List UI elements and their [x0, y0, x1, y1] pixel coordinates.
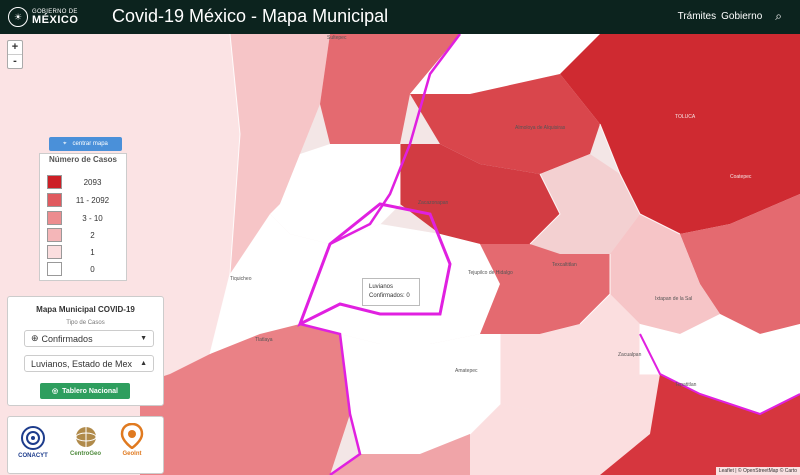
- gobierno-logo[interactable]: ☀ GOBIERNO DE MÉXICO: [8, 4, 88, 30]
- eagle-emblem-icon: ☀: [8, 7, 28, 27]
- globe-icon: [75, 427, 96, 447]
- caret-up-icon: ▲: [140, 360, 147, 367]
- tablero-nacional-button[interactable]: ◎ Tablero Nacional: [40, 383, 130, 399]
- legend-swatch: [47, 211, 62, 225]
- legend-label: 3 - 10: [82, 213, 103, 223]
- legend-item: 11 - 2092: [47, 193, 123, 207]
- place-label: Coatepec: [730, 174, 752, 180]
- municipality-popup: Luvianos Confirmados: 0: [362, 278, 420, 306]
- legend-swatch: [47, 245, 62, 259]
- municipality-select[interactable]: Luvianos, Estado de Mex ▲: [24, 355, 154, 372]
- legend-item: 1: [47, 245, 123, 259]
- popup-name: Luvianos: [369, 284, 394, 290]
- crosshair-icon: ⌖: [63, 140, 67, 147]
- legend-swatch: [47, 228, 62, 242]
- legend-label: 0: [90, 264, 95, 274]
- place-label: Sultepec: [327, 35, 347, 41]
- place-label: Tlatlaya: [255, 337, 273, 343]
- place-label: Tepatitlan: [675, 382, 697, 388]
- legend-item: 2093: [47, 175, 123, 189]
- place-label: Amatepec: [455, 368, 478, 374]
- place-label: TOLUCA: [675, 114, 696, 120]
- place-label: Tejupilco de Hidalgo: [468, 270, 513, 276]
- legend-item: 3 - 10: [47, 211, 123, 225]
- map-attribution[interactable]: Leaflet | © OpenStreetMap © Carto: [715, 467, 800, 475]
- legend-swatch: [47, 262, 62, 276]
- place-label: Ixtapan de la Sal: [655, 296, 693, 302]
- map-legend: Número de Casos 2093 11 - 2092 3 - 10 2 …: [39, 153, 127, 281]
- case-type-value: Confirmados: [41, 333, 93, 344]
- panel-subtitle: Tipo de Casos: [66, 320, 105, 326]
- location-pin-icon: [120, 423, 144, 449]
- municipality-value: Luvianos, Estado de Mex: [31, 358, 133, 369]
- legend-swatch: [47, 175, 62, 189]
- dashboard-icon: ◎: [52, 388, 59, 395]
- nav-tramites[interactable]: Trámites: [678, 11, 717, 22]
- search-icon[interactable]: ⌕: [775, 9, 782, 24]
- panel-title: Mapa Municipal COVID-19: [36, 305, 135, 314]
- place-label: Zacazonapan: [418, 200, 449, 206]
- caret-down-icon: ▼: [140, 335, 147, 342]
- conacyt-label: CONACYT: [18, 453, 48, 459]
- page-title: Covid-19 México - Mapa Municipal: [112, 6, 389, 26]
- legend-item: 0: [47, 262, 123, 276]
- centrogeo-logo[interactable]: CentroGeo: [70, 425, 101, 457]
- legend-title: Número de Casos: [48, 155, 118, 164]
- place-label: Tiquicheo: [230, 276, 252, 282]
- zoom-control: + -: [7, 40, 23, 69]
- sponsor-logos: CONACYT CentroGeo GeoInt: [7, 416, 164, 474]
- legend-swatch: [47, 193, 62, 207]
- center-map-label: centrar mapa: [72, 141, 108, 147]
- logo-line2: MÉXICO: [32, 13, 79, 26]
- center-map-button[interactable]: ⌖ centrar mapa: [49, 137, 122, 151]
- geoint-label: GeoInt: [122, 451, 142, 457]
- case-type-select[interactable]: ⊕ Confirmados ▼: [24, 330, 154, 347]
- tablero-label: Tablero Nacional: [62, 387, 118, 395]
- conacyt-logo[interactable]: CONACYT: [18, 425, 48, 459]
- legend-label: 2: [90, 230, 95, 240]
- place-label: Almoloya de Alquisiras: [515, 125, 566, 131]
- centrogeo-label: CentroGeo: [70, 451, 102, 457]
- zoom-in-button[interactable]: +: [8, 41, 22, 54]
- legend-label: 1: [90, 247, 95, 257]
- place-label: Texcaltitlan: [552, 262, 577, 268]
- popup-value: Confirmados: 0: [369, 293, 410, 299]
- legend-label: 11 - 2092: [75, 195, 110, 205]
- zoom-out-button[interactable]: -: [8, 54, 22, 68]
- place-label: Zacualpan: [618, 352, 642, 358]
- legend-item: 2: [47, 228, 123, 242]
- geoint-logo[interactable]: GeoInt: [120, 423, 144, 457]
- nav-links: Trámites Gobierno ⌕: [678, 9, 782, 24]
- nav-gobierno[interactable]: Gobierno: [721, 11, 762, 22]
- plus-circle-icon: ⊕: [31, 333, 39, 343]
- legend-label: 2093: [83, 177, 102, 187]
- top-navbar: ☀ GOBIERNO DE MÉXICO Covid-19 México - M…: [0, 0, 800, 34]
- conacyt-icon: [21, 426, 45, 450]
